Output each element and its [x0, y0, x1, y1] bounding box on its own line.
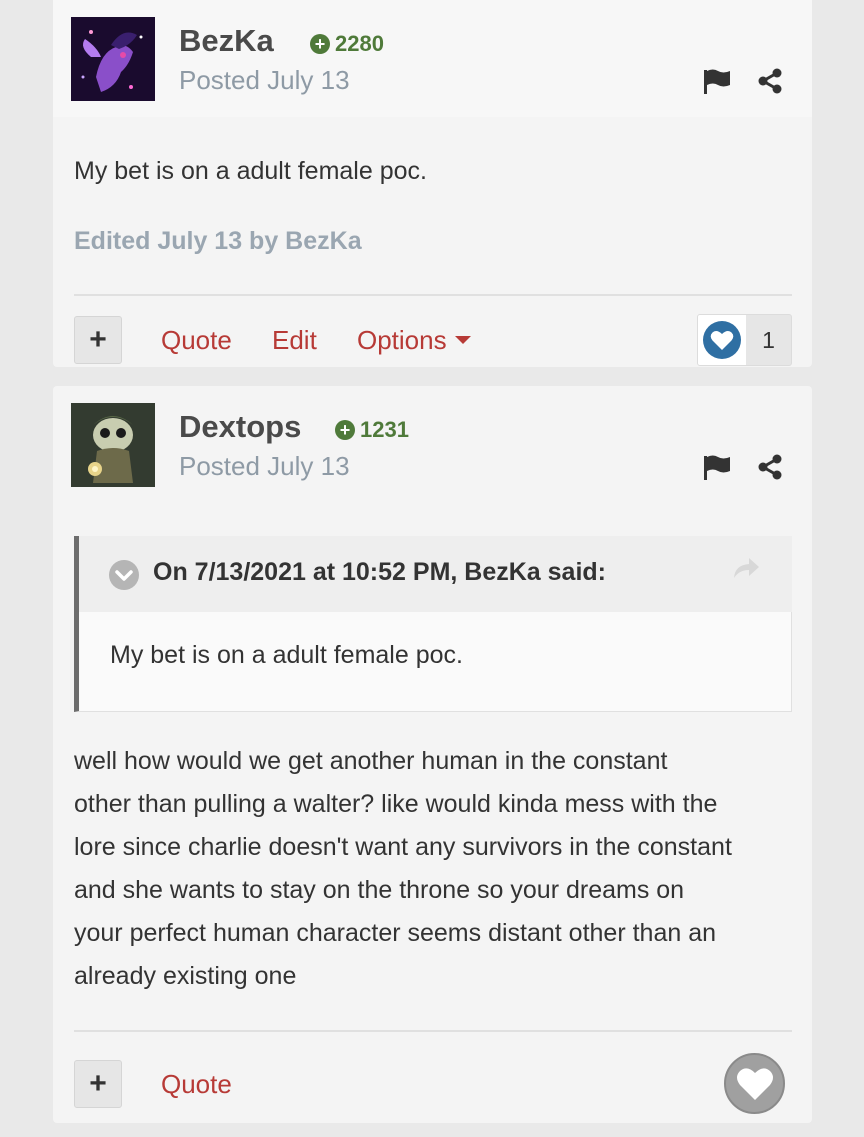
post-header: [53, 0, 812, 117]
post-card: Dextops + 1231 Posted July 13 On 7/13/20…: [53, 386, 812, 1123]
plus-circle-icon: +: [335, 420, 355, 440]
flag-icon[interactable]: [703, 68, 731, 99]
quote-button[interactable]: Quote: [161, 1069, 232, 1100]
avatar[interactable]: [71, 403, 155, 487]
reputation-badge: + 1231: [335, 417, 409, 443]
quote-header: On 7/13/2021 at 10:52 PM, BezKa said:: [79, 536, 792, 612]
content-line: other than pulling a walter? like would …: [74, 790, 718, 818]
author-name[interactable]: Dextops: [179, 409, 301, 445]
plus-circle-icon: +: [310, 34, 330, 54]
like-count: 1: [762, 327, 775, 353]
content-line: already existing one: [74, 962, 297, 990]
share-icon[interactable]: [757, 68, 783, 99]
content-line: and she wants to stay on the throne so y…: [74, 876, 685, 904]
quote-button[interactable]: Quote: [161, 325, 232, 356]
multiquote-button[interactable]: +: [74, 316, 122, 364]
heart-icon[interactable]: [724, 1053, 785, 1114]
post-date[interactable]: Posted July 13: [179, 451, 350, 482]
quote-text: My bet is on a adult female poc.: [110, 641, 463, 669]
content-line: lore since charlie doesn't want any surv…: [74, 833, 732, 861]
avatar[interactable]: [71, 17, 155, 101]
heart-icon[interactable]: [698, 315, 746, 365]
edit-button[interactable]: Edit: [272, 325, 317, 356]
post-content: well how would we get another human in t…: [74, 740, 732, 998]
multiquote-button[interactable]: +: [74, 1060, 122, 1108]
edited-note: Edited July 13 by BezKa: [74, 227, 362, 255]
reply-arrow-icon[interactable]: [731, 556, 761, 587]
post-card: BezKa + 2280 Posted July 13 My bet is on…: [53, 0, 812, 367]
reputation-badge: + 2280: [310, 31, 384, 57]
author-name[interactable]: BezKa: [179, 23, 274, 59]
quote-citation: On 7/13/2021 at 10:52 PM, BezKa said:: [153, 558, 606, 586]
post-date[interactable]: Posted July 13: [179, 65, 350, 96]
caret-down-icon: [454, 336, 471, 345]
flag-icon[interactable]: [703, 454, 731, 485]
options-label: Options: [357, 325, 447, 355]
chevron-down-icon[interactable]: [109, 560, 139, 590]
divider: [74, 294, 792, 296]
reputation-value: 1231: [360, 417, 409, 442]
reaction-box[interactable]: 1: [697, 314, 792, 366]
options-button[interactable]: Options: [357, 325, 471, 356]
share-icon[interactable]: [757, 454, 783, 485]
content-line: well how would we get another human in t…: [74, 747, 668, 775]
content-line: your perfect human character seems dista…: [74, 919, 717, 947]
reputation-value: 2280: [335, 31, 384, 56]
post-content: My bet is on a adult female poc.: [74, 157, 427, 185]
divider: [74, 1030, 792, 1032]
quote-block: On 7/13/2021 at 10:52 PM, BezKa said: My…: [74, 536, 792, 712]
